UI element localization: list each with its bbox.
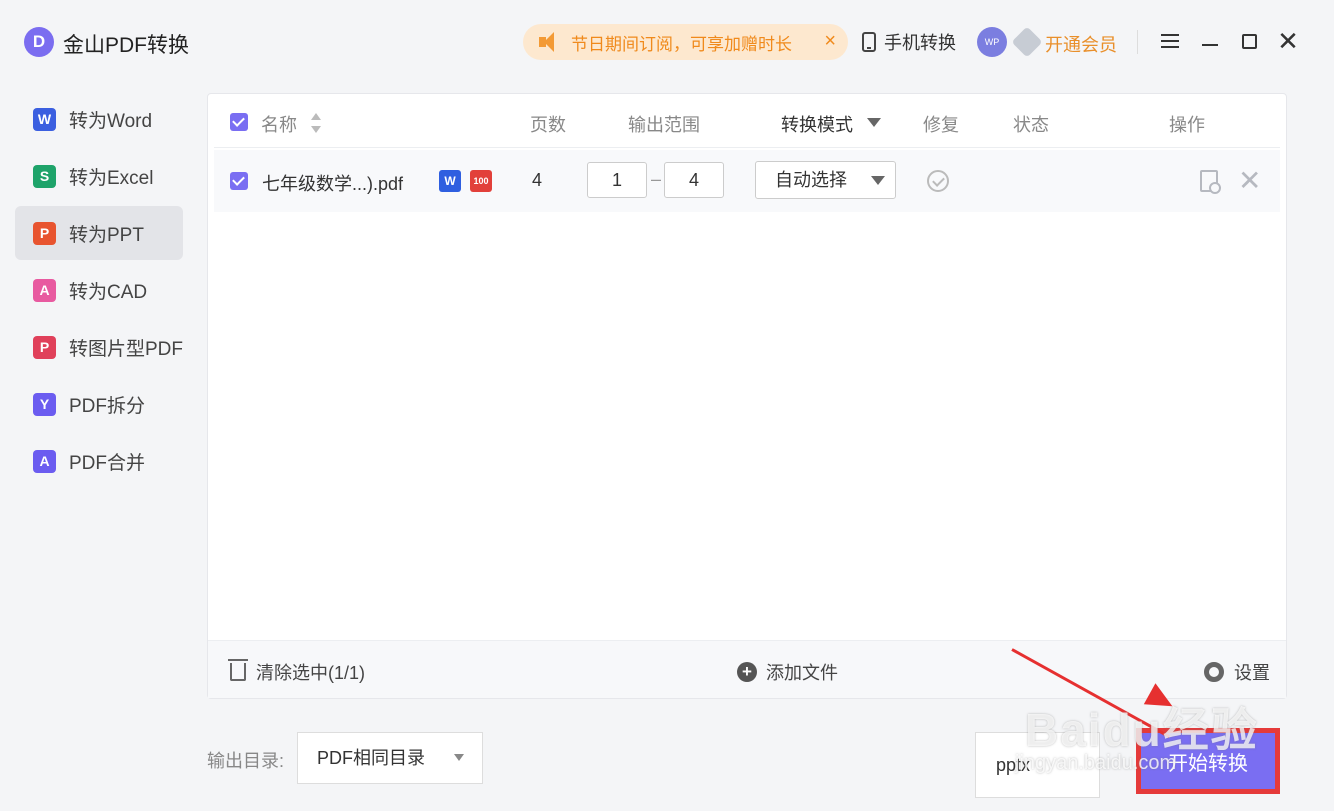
chevron-down-icon xyxy=(871,176,885,185)
range-from-input[interactable]: 1 xyxy=(587,162,647,198)
watermark-sub: jingyan.baidu.com xyxy=(1015,752,1177,774)
sidebar-item-label: 转为Word xyxy=(69,110,153,132)
mode-dropdown-icon[interactable] xyxy=(867,118,881,127)
add-file-label: 添加文件 xyxy=(766,663,838,683)
vip-button[interactable]: 开通会员 xyxy=(1045,31,1117,57)
vip-diamond-icon xyxy=(1011,26,1043,58)
col-range: 输出范围 xyxy=(628,115,700,135)
remove-file-icon[interactable]: ✕ xyxy=(1238,167,1261,195)
sidebar: W 转为Word S 转为Excel P 转为PPT A 转为CAD P 转图片型PDF Y PDF拆… xyxy=(15,92,183,491)
col-mode[interactable]: 转换模式 xyxy=(781,111,853,137)
panel-footer: 清除选中(1/1) + 添加文件 设置 xyxy=(208,640,1286,698)
sidebar-item-icon: Y xyxy=(33,392,56,416)
sidebar-item-6[interactable]: A PDF合并 xyxy=(15,434,183,488)
app-logo-icon: D xyxy=(24,27,54,57)
title-bar: D 金山PDF转换 节日期间订阅，可享加赠时长 × 手机转换 WP 开通会员 ✕ xyxy=(0,0,1334,84)
settings-label: 设置 xyxy=(1234,663,1270,683)
sidebar-item-label: 转为CAD xyxy=(69,281,148,303)
sidebar-item-icon: A xyxy=(33,449,56,473)
promo-close-icon[interactable]: × xyxy=(824,30,836,53)
header-divider xyxy=(1137,30,1138,54)
settings-button[interactable]: 设置 xyxy=(1204,659,1270,685)
close-icon[interactable]: ✕ xyxy=(1272,25,1304,57)
table-row[interactable]: 七年级数学...).pdf W 100 4 1 – 4 自动选择 ✕ xyxy=(214,150,1280,212)
sidebar-item-label: PDF拆分 xyxy=(69,395,146,417)
menu-icon[interactable] xyxy=(1154,25,1186,57)
mobile-convert-button[interactable]: 手机转换 xyxy=(862,29,956,55)
output-dir-value: PDF相同目录 xyxy=(317,748,425,768)
sidebar-item-label: 转为Excel xyxy=(69,167,154,189)
row-checkbox[interactable] xyxy=(230,172,248,190)
sidebar-item-2[interactable]: P 转为PPT xyxy=(15,206,183,260)
sidebar-item-label: PDF合并 xyxy=(69,452,146,474)
mode-select[interactable]: 自动选择 xyxy=(755,161,896,199)
col-action: 操作 xyxy=(1169,115,1205,135)
sidebar-item-icon: S xyxy=(33,164,56,188)
repair-check-icon xyxy=(927,170,949,192)
file-list-panel: 名称 页数 输出范围 转换模式 修复 状态 操作 七年级数学...).pdf W… xyxy=(207,93,1287,699)
table-header: 名称 页数 输出范围 转换模式 修复 状态 操作 xyxy=(214,94,1280,148)
avatar[interactable]: WP xyxy=(977,27,1007,57)
page-count: 4 xyxy=(532,170,543,190)
mode-select-value: 自动选择 xyxy=(775,170,847,190)
select-all-checkbox[interactable] xyxy=(230,113,248,131)
score-100-icon: 100 xyxy=(470,170,492,192)
phone-icon xyxy=(862,32,876,52)
file-name: 七年级数学...).pdf xyxy=(262,174,404,194)
minimize-icon[interactable] xyxy=(1194,25,1226,57)
chevron-down-icon xyxy=(454,754,464,761)
trash-icon xyxy=(228,659,248,681)
promo-banner[interactable]: 节日期间订阅，可享加赠时长 × xyxy=(523,24,848,60)
maximize-icon[interactable] xyxy=(1233,25,1265,57)
clear-selected-label: 清除选中(1/1) xyxy=(256,663,366,683)
col-name: 名称 xyxy=(261,115,297,135)
col-status: 状态 xyxy=(1013,115,1049,135)
promo-text: 节日期间订阅，可享加赠时长 xyxy=(571,34,792,54)
sidebar-item-label: 转为PPT xyxy=(69,224,144,246)
col-repair: 修复 xyxy=(923,115,959,135)
sidebar-item-icon: A xyxy=(33,278,56,302)
sidebar-item-1[interactable]: S 转为Excel xyxy=(15,149,183,203)
plus-icon: + xyxy=(737,662,757,682)
word-format-icon: W xyxy=(439,170,461,192)
sidebar-item-5[interactable]: Y PDF拆分 xyxy=(15,377,183,431)
speaker-icon xyxy=(539,32,561,52)
sidebar-item-0[interactable]: W 转为Word xyxy=(15,92,183,146)
sidebar-item-icon: P xyxy=(33,221,56,245)
add-file-button[interactable]: + 添加文件 xyxy=(737,659,838,685)
range-to-input[interactable]: 4 xyxy=(664,162,724,198)
sidebar-item-icon: P xyxy=(33,335,56,359)
output-dir-select[interactable]: PDF相同目录 xyxy=(297,732,483,784)
sidebar-item-icon: W xyxy=(33,107,56,131)
sidebar-item-label: 转图片型PDF xyxy=(69,338,184,360)
col-pages: 页数 xyxy=(530,115,566,135)
sort-icon[interactable] xyxy=(311,112,321,134)
preview-icon[interactable] xyxy=(1200,170,1221,194)
range-separator: – xyxy=(651,169,662,189)
mobile-convert-label: 手机转换 xyxy=(884,33,956,53)
watermark: Baidu经验 xyxy=(1025,704,1259,756)
output-dir-label: 输出目录: xyxy=(207,751,285,771)
app-title: 金山PDF转换 xyxy=(63,34,189,57)
gear-icon xyxy=(1204,662,1224,682)
sidebar-item-4[interactable]: P 转图片型PDF xyxy=(15,320,183,374)
clear-selected-button[interactable]: 清除选中(1/1) xyxy=(228,659,366,685)
sidebar-item-3[interactable]: A 转为CAD xyxy=(15,263,183,317)
